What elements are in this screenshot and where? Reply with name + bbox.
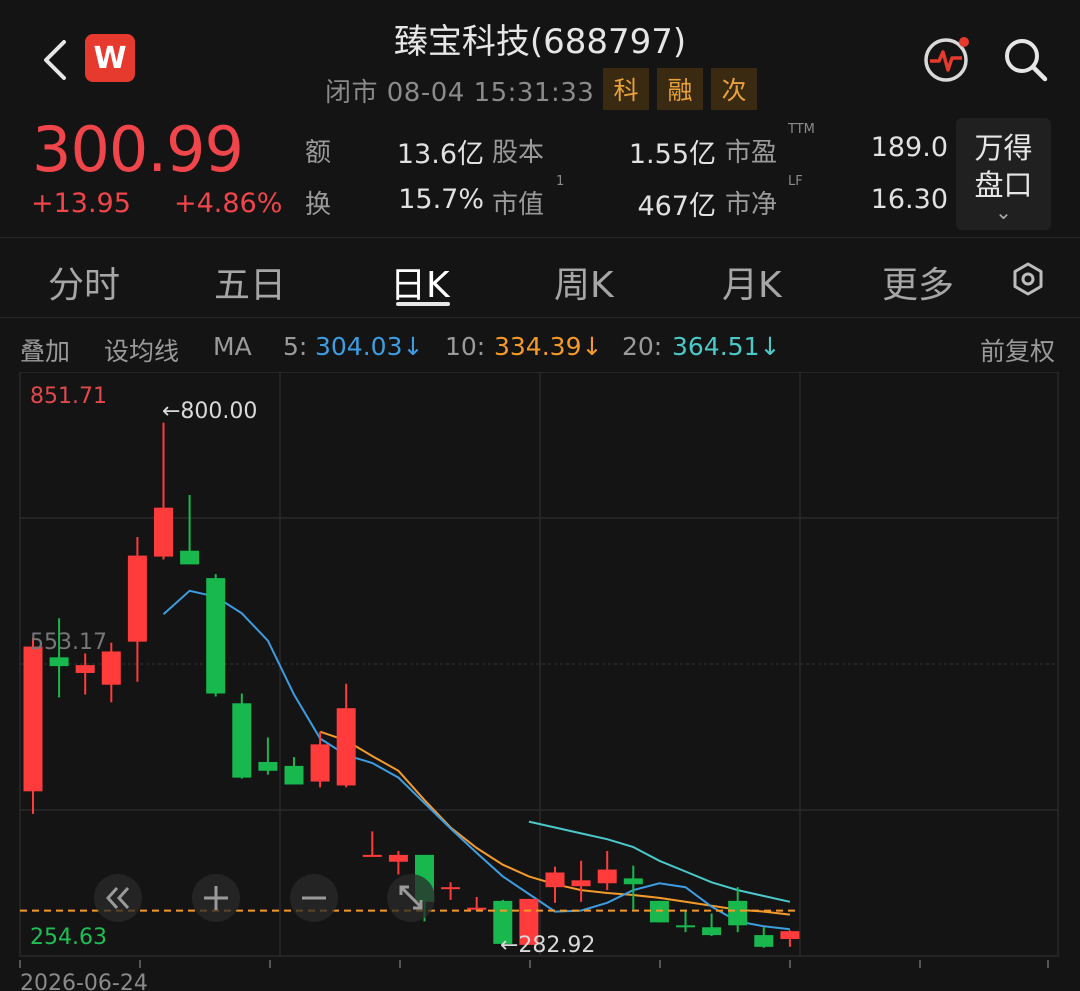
candle-body	[362, 854, 382, 857]
candle-body	[75, 665, 95, 673]
fullscreen-button[interactable]	[387, 874, 435, 922]
page-title: 臻宝科技(688797)	[393, 22, 687, 62]
max-price-annotation: ←800.00	[162, 399, 257, 424]
stat-value-turnover-rate: 15.7%	[398, 184, 484, 215]
candle-body	[623, 878, 643, 885]
rewind-button[interactable]	[94, 874, 142, 922]
price-change: +13.95	[31, 188, 131, 219]
stat-label-pb: 市净	[725, 190, 778, 220]
chart-settings-button[interactable]	[1010, 261, 1046, 301]
market-status: 闭市 08-04 15:31:33	[325, 78, 595, 108]
ma10-label: 10:	[445, 332, 486, 361]
stat-sup-mktcap: 1	[556, 174, 565, 189]
x-axis-ticks	[19, 960, 1049, 968]
candle-body	[728, 900, 748, 926]
candle-body	[467, 907, 487, 910]
candle-body	[545, 872, 565, 888]
stat-value-pb: 16.30	[870, 184, 948, 215]
y-max-label: 851.71	[30, 384, 107, 409]
candle-body	[388, 854, 408, 862]
pulse-button[interactable]	[922, 34, 972, 88]
price-change-pct: +4.86%	[174, 188, 283, 219]
stat-label-turnover: 额	[305, 138, 332, 168]
x-start-date-label: 2026-06-24	[20, 971, 148, 991]
candle-body	[780, 931, 800, 940]
tag-margin: 融	[657, 68, 703, 110]
tab-more[interactable]: 更多	[882, 256, 954, 308]
candle-body	[206, 578, 226, 694]
tab-intraday[interactable]: 分时	[48, 256, 120, 308]
ma5-line	[162, 589, 791, 931]
candle-body	[23, 646, 43, 792]
candle-body	[597, 869, 617, 884]
heart-rate-icon	[924, 37, 969, 82]
candles	[23, 422, 800, 948]
stat-sup-pe: TTM	[788, 122, 815, 137]
search-button[interactable]	[1002, 36, 1050, 88]
stat-label-shares: 股本	[492, 138, 545, 168]
stat-sup-pb: LF	[788, 174, 803, 189]
stat-value-turnover: 13.6亿	[396, 139, 484, 170]
candle-body	[180, 550, 200, 565]
candle-body	[101, 651, 121, 685]
chart-grid	[19, 372, 1059, 957]
pankou-line1: 万得	[974, 131, 1033, 165]
stat-value-shares: 1.55亿	[628, 139, 716, 170]
tab-active-indicator	[396, 302, 450, 306]
candle-body	[571, 880, 591, 887]
candle-body	[127, 555, 147, 642]
candle-body	[258, 761, 278, 771]
candle-body	[702, 927, 722, 936]
divider	[0, 317, 1080, 318]
divider	[0, 237, 1080, 238]
tab-monthly-k[interactable]: 月K	[722, 256, 782, 308]
settings-hexagon-icon	[1013, 262, 1043, 296]
candle-body	[232, 703, 252, 778]
candle-body	[676, 925, 695, 928]
overlay-button[interactable]: 叠加	[20, 332, 70, 368]
ma5-value: 304.03↓	[315, 332, 424, 361]
tab-five-day[interactable]: 五日	[214, 256, 286, 308]
pankou-line2: 盘口	[974, 168, 1033, 202]
candle-body	[336, 708, 356, 786]
candle-body	[284, 765, 304, 785]
stat-label-mktcap: 市值	[492, 190, 545, 220]
ma10-value: 334.39↓	[494, 332, 603, 361]
set-ma-button[interactable]: 设均线	[104, 332, 179, 368]
candle-body	[754, 935, 774, 947]
zoom-in-button[interactable]	[192, 874, 240, 922]
candlestick-chart[interactable]: 851.71 553.17 254.63 ←800.00 ←282.92 202…	[0, 372, 1080, 991]
candle-body	[441, 887, 461, 890]
ma20-label: 20:	[622, 332, 663, 361]
y-min-label: 254.63	[30, 925, 107, 950]
moving-average-lines	[162, 589, 791, 931]
tab-daily-k[interactable]: 日K	[390, 256, 450, 308]
stat-label-pe: 市盈	[725, 138, 778, 168]
stat-value-mktcap: 467亿	[637, 191, 716, 222]
zoom-out-button[interactable]	[290, 874, 338, 922]
min-price-annotation: ←282.92	[500, 933, 595, 958]
candle-body	[49, 657, 69, 667]
search-icon	[1005, 39, 1048, 82]
stat-label-turnover-rate: 换	[305, 190, 332, 220]
adjust-button[interactable]: 前复权	[980, 332, 1055, 368]
candle-body	[154, 507, 173, 557]
tag-new: 次	[711, 68, 757, 110]
y-mid-label: 553.17	[30, 630, 107, 655]
ma20-line	[528, 820, 791, 903]
stat-value-pe: 189.0	[870, 132, 948, 163]
ma20-value: 364.51↓	[672, 332, 781, 361]
ma5-label: 5:	[283, 332, 308, 361]
candle-body	[310, 744, 330, 782]
wind-pankou-button[interactable]: 万得 盘口 ⌄	[956, 118, 1051, 230]
chevron-down-icon: ⌄	[995, 200, 1012, 224]
tab-weekly-k[interactable]: 周K	[554, 256, 614, 308]
tag-star-market: 科	[603, 68, 649, 110]
last-price: 300.99	[32, 113, 244, 186]
ma-label: MA	[213, 332, 252, 361]
